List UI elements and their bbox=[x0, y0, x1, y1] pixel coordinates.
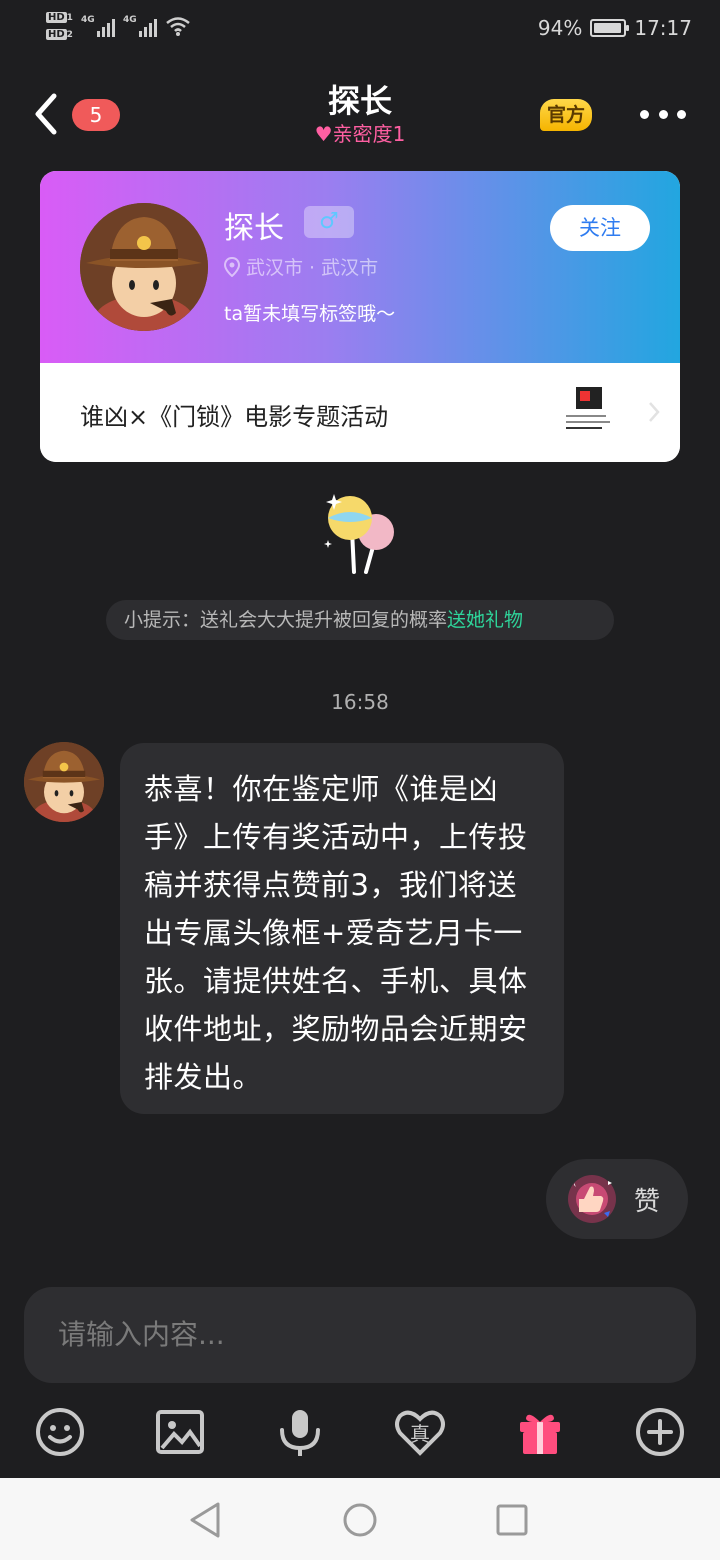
heart-icon: ♥ bbox=[314, 122, 333, 146]
wifi-icon bbox=[166, 17, 190, 36]
chevron-right-icon bbox=[649, 402, 660, 422]
hd-indicator: HD 1 HD 2 bbox=[46, 12, 73, 40]
gift-tip: 小提示：送礼会大大提升被回复的概率送她礼物 bbox=[106, 600, 614, 640]
sender-avatar[interactable] bbox=[24, 742, 104, 822]
signal-icon: 4G bbox=[81, 15, 115, 37]
activity-banner[interactable]: 谁凶×《门锁》电影专题活动 bbox=[40, 363, 680, 462]
like-label: 赞 bbox=[634, 1187, 661, 1217]
signature: ta暂未填写标签哦～ bbox=[224, 303, 396, 325]
plus-icon[interactable] bbox=[634, 1406, 686, 1458]
image-icon[interactable] bbox=[154, 1406, 206, 1458]
follow-button[interactable]: 关注 bbox=[550, 205, 650, 251]
system-nav-bar bbox=[0, 1478, 720, 1560]
profile-header[interactable]: 探长 ♂ 武汉市 · 武汉市 ta暂未填写标签哦～ 关注 bbox=[40, 171, 680, 363]
message-bubble[interactable]: 恭喜！你在鉴定师《谁是凶手》上传有奖活动中，上传投稿并获得点赞前3，我们将送出专… bbox=[120, 743, 564, 1114]
status-bar: HD 1 HD 2 4G 4G 94% 17:17 bbox=[0, 0, 720, 60]
location-pin-icon bbox=[224, 256, 240, 277]
chat-timestamp: 16:58 bbox=[331, 690, 389, 714]
clock: 17:17 bbox=[634, 16, 692, 40]
profile-name: 探长 bbox=[224, 211, 284, 246]
activity-title: 谁凶×《门锁》电影专题活动 bbox=[80, 403, 389, 431]
like-button[interactable]: 赞 bbox=[546, 1159, 688, 1239]
send-gift-link[interactable]: 送她礼物 bbox=[447, 609, 523, 631]
location: 武汉市 · 武汉市 bbox=[224, 253, 378, 280]
truth-heart-icon[interactable]: 真 bbox=[394, 1406, 446, 1458]
male-icon: ♂ bbox=[304, 206, 354, 238]
emoji-icon[interactable] bbox=[34, 1406, 86, 1458]
svg-text:真: 真 bbox=[410, 1422, 430, 1446]
battery-icon bbox=[590, 19, 630, 37]
intimacy-indicator: ♥亲密度1 bbox=[314, 122, 406, 146]
battery-percent: 94% bbox=[537, 16, 583, 40]
avatar[interactable] bbox=[80, 203, 208, 331]
signal-icon-2: 4G bbox=[123, 15, 157, 37]
official-badge: 官方 bbox=[540, 99, 592, 131]
activity-thumbnail bbox=[560, 383, 618, 441]
gift-icon[interactable] bbox=[514, 1406, 566, 1458]
lollipop-icon bbox=[324, 494, 394, 574]
more-options-icon[interactable] bbox=[640, 104, 686, 124]
thumbs-up-icon bbox=[568, 1175, 616, 1223]
nav-recents-icon[interactable] bbox=[492, 1500, 532, 1540]
microphone-icon[interactable] bbox=[274, 1406, 326, 1458]
chat-toolbar: 真 bbox=[0, 1400, 720, 1464]
page-title: 探长 bbox=[327, 82, 392, 120]
nav-home-icon[interactable] bbox=[340, 1500, 380, 1540]
profile-card: 探长 ♂ 武汉市 · 武汉市 ta暂未填写标签哦～ 关注 谁凶×《门锁》电影专题… bbox=[40, 171, 680, 462]
message-input[interactable]: 请输入内容... bbox=[24, 1287, 696, 1383]
nav-back-icon[interactable] bbox=[186, 1500, 226, 1540]
